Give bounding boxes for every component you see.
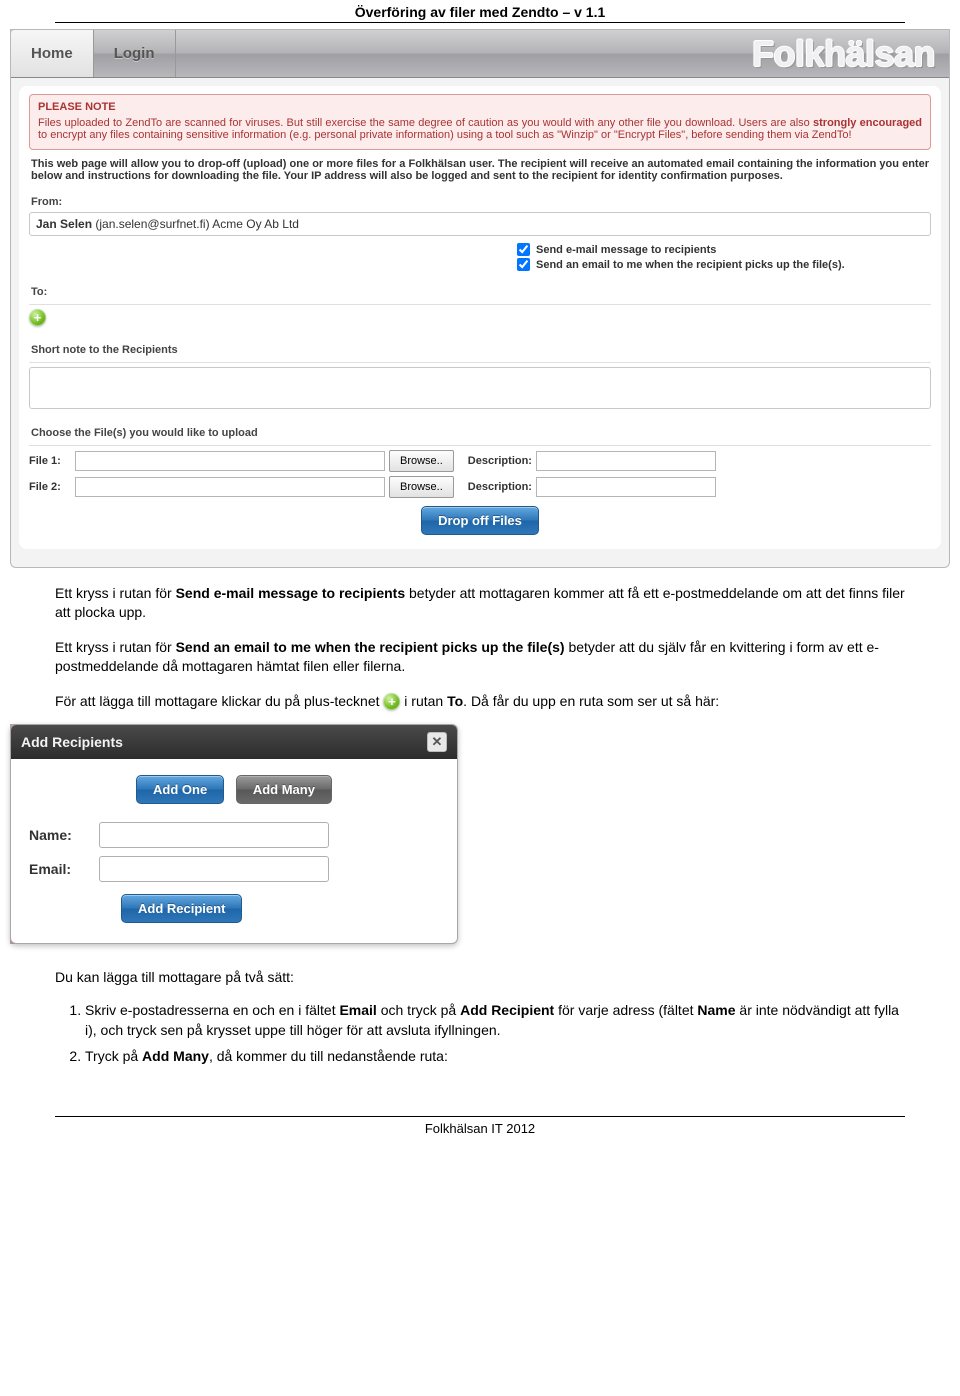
list-item-2: Tryck på Add Many, då kommer du till ned… — [85, 1047, 905, 1067]
dropoff-button[interactable]: Drop off Files — [421, 506, 539, 535]
from-label: From: — [31, 196, 929, 208]
add-many-button[interactable]: Add Many — [236, 775, 332, 804]
brand-logo: Folkhälsan — [752, 33, 949, 75]
instruction-list: Skriv e-postadresserna en och en i fälte… — [85, 1001, 905, 1066]
file2-label: File 2: — [29, 481, 71, 493]
tab-login[interactable]: Login — [94, 30, 176, 77]
email-input[interactable] — [99, 856, 329, 882]
file-row-1: File 1: Browse.. Description: — [29, 450, 931, 472]
zendto-app-panel: Home Login Folkhälsan PLEASE NOTE Files … — [10, 29, 950, 568]
notice-text-1: Files uploaded to ZendTo are scanned for… — [38, 117, 813, 129]
tab-home[interactable]: Home — [11, 30, 94, 77]
opt-send-email-checkbox[interactable] — [517, 243, 530, 256]
opt-notify-me-checkbox[interactable] — [517, 258, 530, 271]
from-field: Jan Selen (jan.selen@surfnet.fi) Acme Oy… — [29, 212, 931, 236]
para-1: Ett kryss i rutan för Send e-mail messag… — [55, 584, 905, 622]
dialog-title: Add Recipients — [21, 734, 123, 750]
intro-text: This web page will allow you to drop-off… — [31, 158, 929, 182]
file2-desc-input[interactable] — [536, 477, 716, 497]
para-3: För att lägga till mottagare klickar du … — [55, 692, 905, 711]
plus-icon-inline: + — [383, 693, 400, 710]
choose-files-label: Choose the File(s) you would like to upl… — [31, 427, 929, 439]
opt-send-email-label: Send e-mail message to recipients — [536, 244, 716, 256]
name-input[interactable] — [99, 822, 329, 848]
footer-text: Folkhälsan IT 2012 — [55, 1117, 905, 1146]
para-2: Ett kryss i rutan för Send an email to m… — [55, 638, 905, 676]
add-recipient-plus-icon[interactable]: + — [29, 309, 46, 326]
file-row-2: File 2: Browse.. Description: — [29, 476, 931, 498]
to-label: To: — [31, 286, 929, 298]
file2-path-input[interactable] — [75, 477, 385, 497]
dialog-screenshot-wrap: Add Recipients ✕ Add One Add Many Name: … — [10, 724, 458, 944]
file2-browse-button[interactable]: Browse.. — [389, 476, 454, 498]
from-name: Jan Selen — [36, 217, 92, 231]
file1-desc-input[interactable] — [536, 451, 716, 471]
dialog-close-icon[interactable]: ✕ — [427, 732, 447, 752]
notice-box: PLEASE NOTE Files uploaded to ZendTo are… — [29, 94, 931, 150]
options-block: Send e-mail message to recipients Send a… — [517, 242, 931, 272]
para-after-dialog: Du kan lägga till mottagare på två sätt: — [55, 968, 905, 987]
from-detail: (jan.selen@surfnet.fi) Acme Oy Ab Ltd — [92, 217, 299, 231]
list-item-1: Skriv e-postadresserna en och en i fälte… — [85, 1001, 905, 1040]
file1-label: File 1: — [29, 455, 71, 467]
notice-text-2: to encrypt any files containing sensitiv… — [38, 129, 852, 141]
add-recipients-dialog: Add Recipients ✕ Add One Add Many Name: … — [10, 724, 458, 944]
name-field-label: Name: — [29, 827, 99, 843]
file1-browse-button[interactable]: Browse.. — [389, 450, 454, 472]
opt-send-email[interactable]: Send e-mail message to recipients — [517, 242, 931, 257]
zendto-header: Home Login Folkhälsan — [11, 30, 949, 78]
file1-desc-label: Description: — [468, 455, 532, 467]
short-note-label: Short note to the Recipients — [31, 344, 929, 356]
notice-text-bold: strongly encouraged — [813, 117, 922, 129]
add-one-button[interactable]: Add One — [136, 775, 224, 804]
doc-title: Överföring av filer med Zendto – v 1.1 — [55, 0, 905, 23]
dialog-titlebar: Add Recipients ✕ — [11, 725, 457, 759]
opt-notify-me[interactable]: Send an email to me when the recipient p… — [517, 257, 931, 272]
notice-heading: PLEASE NOTE — [38, 101, 922, 113]
email-field-label: Email: — [29, 861, 99, 877]
file2-desc-label: Description: — [468, 481, 532, 493]
add-recipient-button[interactable]: Add Recipient — [121, 894, 242, 923]
opt-notify-me-label: Send an email to me when the recipient p… — [536, 259, 845, 271]
file1-path-input[interactable] — [75, 451, 385, 471]
short-note-input[interactable] — [29, 367, 931, 409]
